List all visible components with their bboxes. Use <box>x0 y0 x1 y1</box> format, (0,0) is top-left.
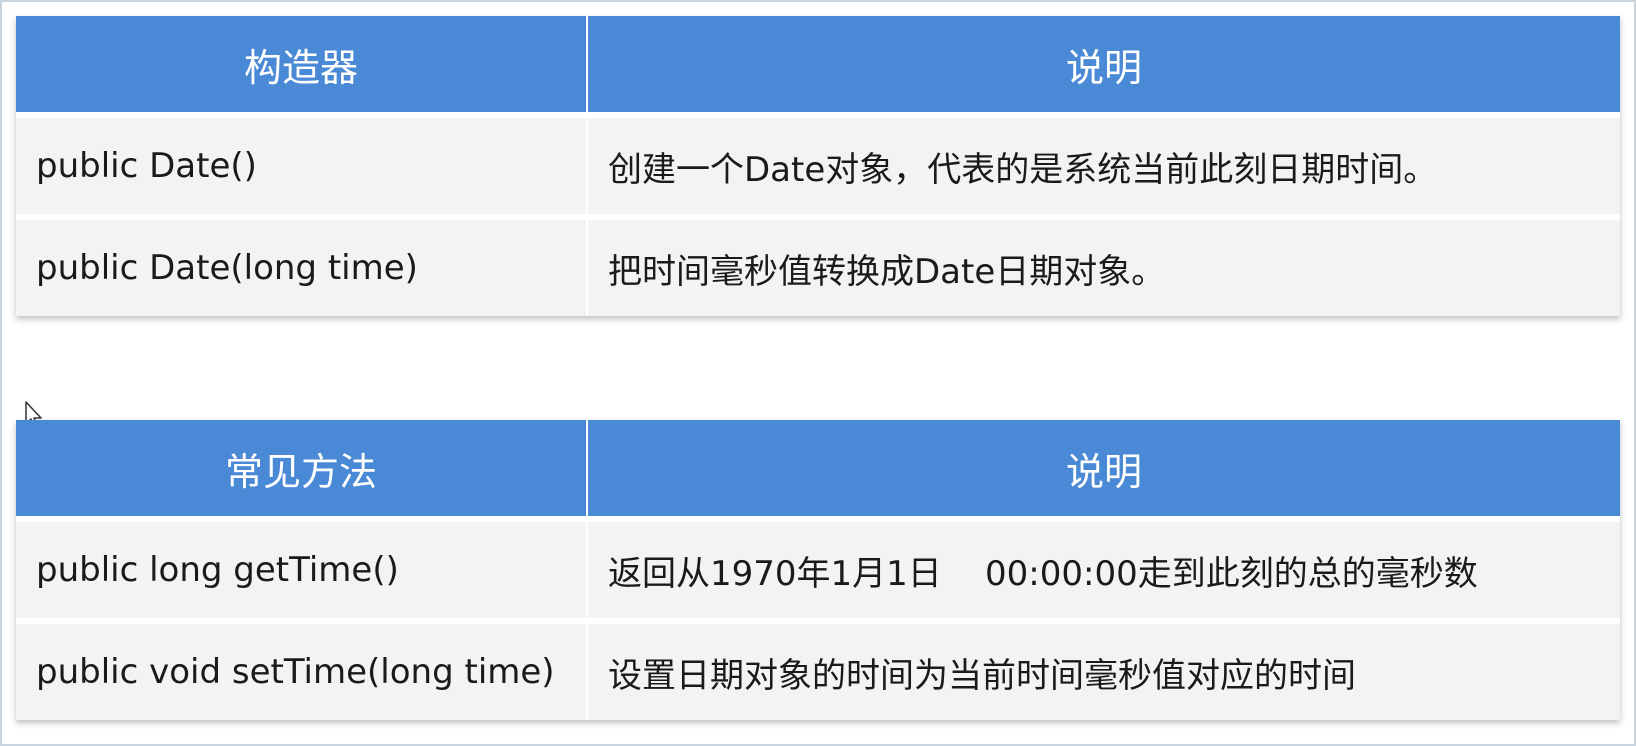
header-common-methods: 常见方法 <box>16 420 588 516</box>
method-description: 返回从1970年1月1日 00:00:00走到此刻的总的毫秒数 <box>588 516 1620 618</box>
constructors-table: 构造器 说明 public Date() 创建一个Date对象，代表的是系统当前… <box>16 16 1620 316</box>
table-row: public void setTime(long time) 设置日期对象的时间… <box>16 618 1620 720</box>
method-signature: public void setTime(long time) <box>16 618 588 720</box>
header-constructor: 构造器 <box>16 16 588 112</box>
constructor-signature: public Date(long time) <box>16 214 588 316</box>
method-description: 设置日期对象的时间为当前时间毫秒值对应的时间 <box>588 618 1620 720</box>
table-row: public Date() 创建一个Date对象，代表的是系统当前此刻日期时间。 <box>16 112 1620 214</box>
method-signature: public long getTime() <box>16 516 588 618</box>
constructor-signature: public Date() <box>16 112 588 214</box>
table-header-row: 构造器 说明 <box>16 16 1620 112</box>
header-description: 说明 <box>588 16 1620 112</box>
table-row: public long getTime() 返回从1970年1月1日 00:00… <box>16 516 1620 618</box>
table-row: public Date(long time) 把时间毫秒值转换成Date日期对象… <box>16 214 1620 316</box>
constructor-description: 把时间毫秒值转换成Date日期对象。 <box>588 214 1620 316</box>
slide-page: 构造器 说明 public Date() 创建一个Date对象，代表的是系统当前… <box>0 0 1636 746</box>
header-description: 说明 <box>588 420 1620 516</box>
methods-table: 常见方法 说明 public long getTime() 返回从1970年1月… <box>16 420 1620 720</box>
table-header-row: 常见方法 说明 <box>16 420 1620 516</box>
constructor-description: 创建一个Date对象，代表的是系统当前此刻日期时间。 <box>588 112 1620 214</box>
